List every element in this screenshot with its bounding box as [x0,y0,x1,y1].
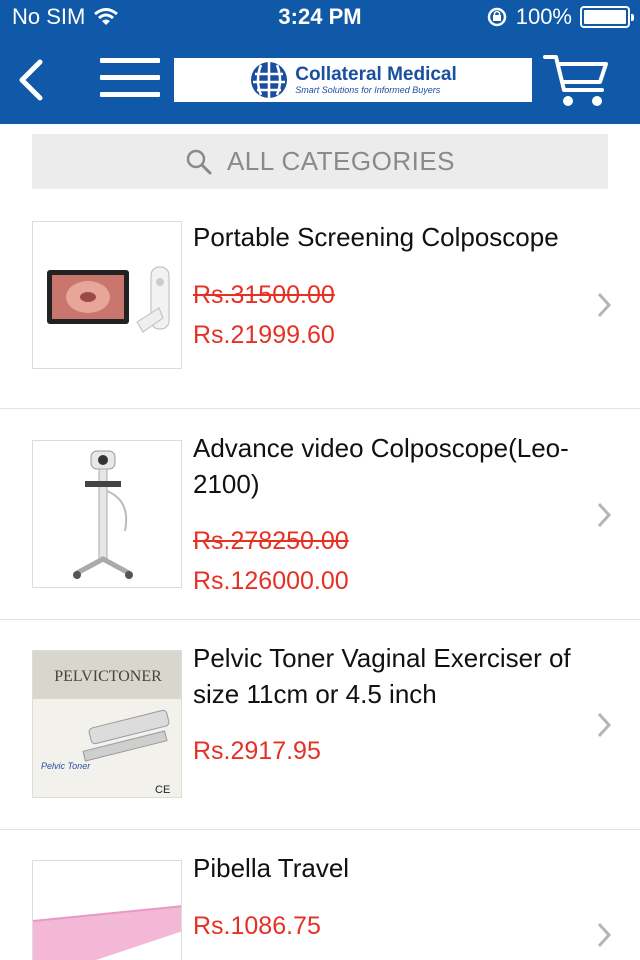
product-price: Rs.126000.00 [193,567,349,595]
product-title: Pibella Travel [193,853,350,883]
globe-icon [251,62,288,98]
search-icon [186,149,212,174]
orientation-lock-icon [487,7,506,27]
all-categories-search[interactable]: ALL CATEGORIES [32,134,608,189]
product-title: Pelvic Toner Vaginal Exerciser of size 1… [193,643,571,709]
chevron-right-icon [597,502,612,528]
product-old-price: Rs.31500.00 [193,281,335,309]
product-price: Rs.21999.60 [193,321,335,349]
product-image [32,221,182,369]
product-image [32,860,182,960]
product-row[interactable]: Pibella Travel Rs.1086.75 [0,830,640,960]
product-title: Portable Screening Colposcope [193,222,559,252]
product-image: PELVICTONER Pelvic Toner CE [32,650,182,798]
menu-button[interactable] [100,58,160,102]
chevron-right-icon [597,292,612,318]
back-button[interactable] [12,58,52,102]
product-price: Rs.1086.75 [193,912,321,940]
product-title: Advance video Colposcope(Leo-2100) [193,433,569,499]
search-label: ALL CATEGORIES [226,146,456,176]
product-row[interactable]: Advance video Colposcope(Leo-2100) Rs.27… [0,410,640,620]
battery-icon [580,6,634,28]
brand-logo[interactable]: Collateral Medical Smart Solutions for I… [174,58,532,102]
image-ce-mark: CE [155,784,170,796]
product-price: Rs.2917.95 [193,737,321,765]
product-old-price: Rs.278250.00 [193,527,349,555]
image-brand-logo: Pelvic Toner [41,761,91,771]
cart-icon[interactable] [542,52,612,110]
battery-percent: 100% [515,4,572,29]
status-right: 100% [486,4,634,30]
status-bar: No SIM 3:24 PM 100% [0,0,640,36]
product-image [32,440,182,588]
product-row[interactable]: Portable Screening Colposcope Rs.31500.0… [0,199,640,409]
logo-title: Collateral Medical [295,64,457,85]
chevron-right-icon [597,712,612,738]
logo-tagline: Smart Solutions for Informed Buyers [295,85,441,95]
product-row[interactable]: PELVICTONER Pelvic Toner CE Pelvic Toner… [0,620,640,830]
image-brand-text: PELVICTONER [54,668,162,685]
chevron-right-icon [597,922,612,948]
app-header: No SIM 3:24 PM 100% Collateral Medical S… [0,0,640,124]
